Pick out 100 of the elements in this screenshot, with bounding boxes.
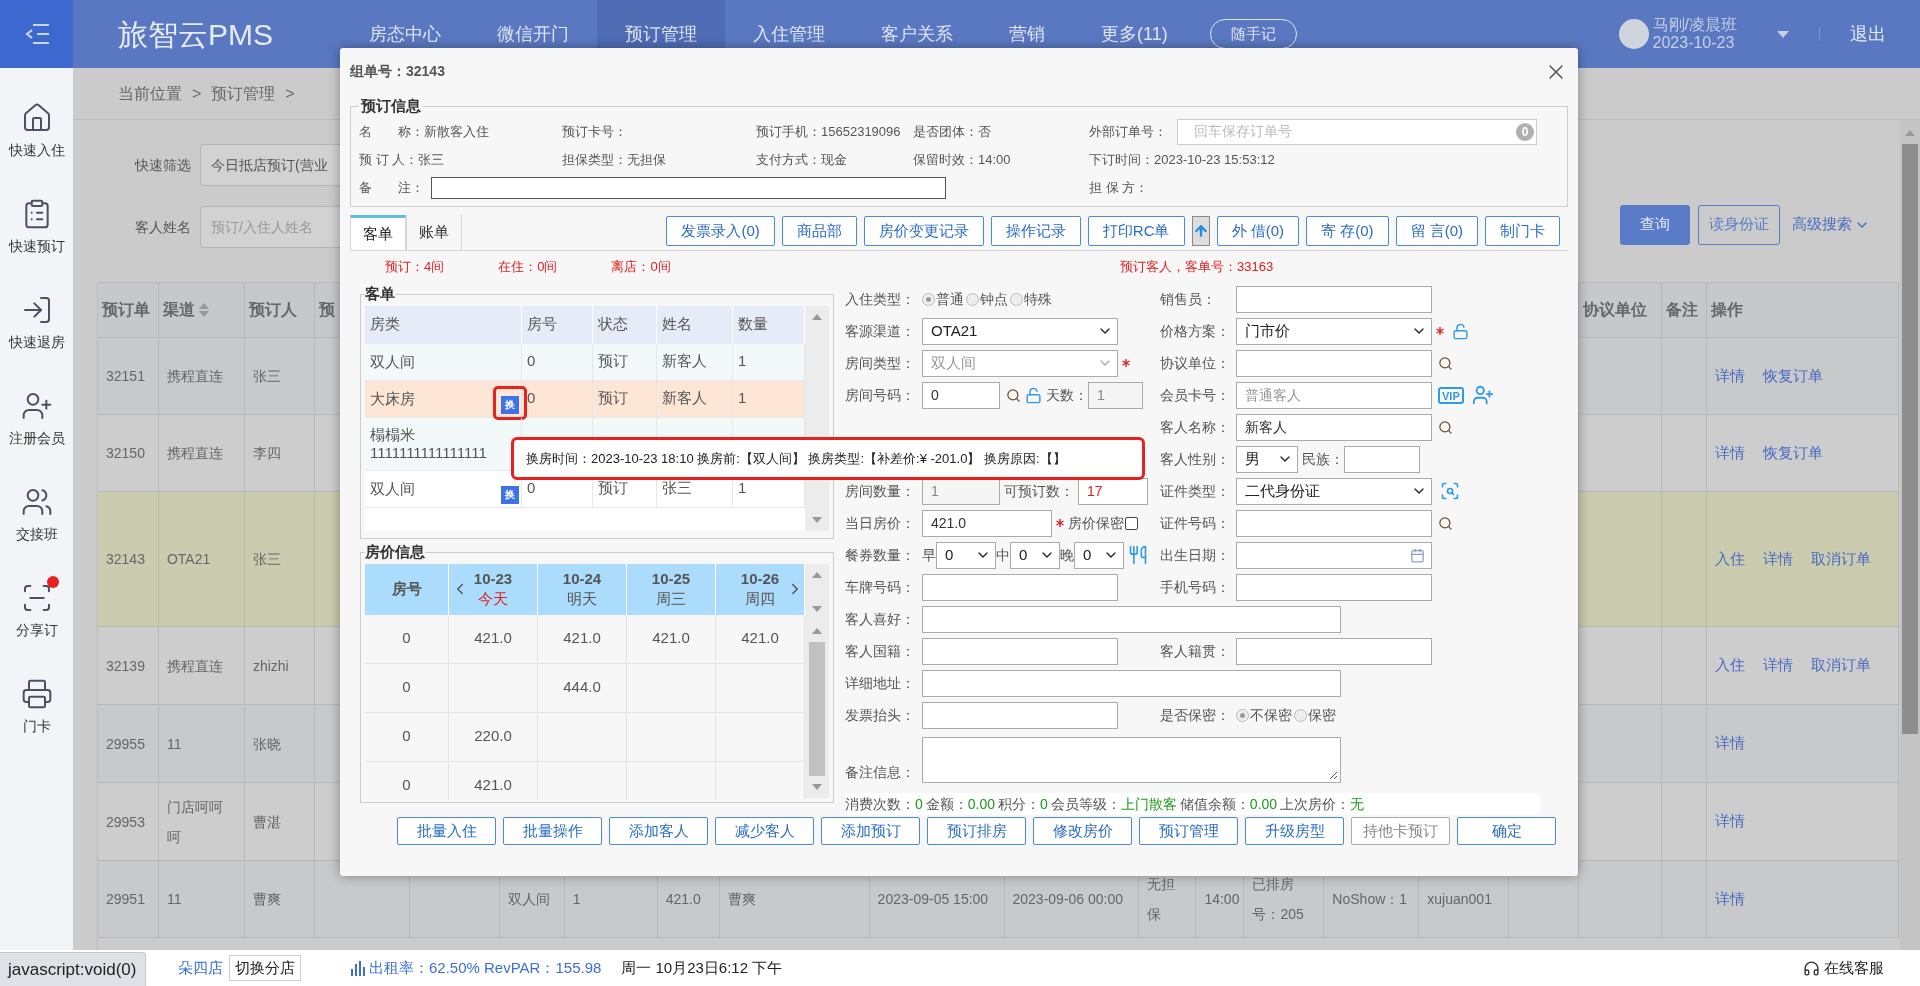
select-field[interactable]: 0 [1074, 541, 1124, 569]
select-field[interactable]: 二代身份证 [1236, 477, 1432, 505]
radio-button[interactable] [966, 292, 979, 306]
triangle-up-icon[interactable] [812, 627, 822, 634]
store-link[interactable]: 朵四店 [178, 956, 223, 980]
select-field[interactable]: 男 [1236, 445, 1298, 473]
sort-icon[interactable] [198, 303, 209, 317]
table-row[interactable]: 大床房 换 0 预订 新客人 1 [365, 380, 805, 418]
breadcrumb-item[interactable]: 当前位置 [118, 81, 182, 106]
triangle-down-icon[interactable] [812, 783, 822, 790]
search-button[interactable]: 查询 [1620, 204, 1690, 245]
action-link[interactable]: 入住 [1715, 547, 1746, 571]
radio-button[interactable] [1010, 292, 1023, 306]
text-field[interactable]: 1 [1088, 381, 1143, 409]
text-area[interactable] [922, 737, 1341, 783]
remark-field[interactable] [431, 176, 946, 199]
text-field[interactable] [922, 669, 1341, 697]
toolbar-button[interactable]: 外 借(0) [1216, 216, 1299, 246]
text-field[interactable]: 新客人 [1236, 413, 1432, 441]
select-field[interactable]: 门市价 [1236, 317, 1432, 345]
search-icon[interactable] [1438, 355, 1453, 371]
text-field[interactable] [1236, 349, 1432, 377]
tab[interactable]: 客单 [350, 215, 406, 250]
toolbar-button[interactable]: 发票录入(0) [666, 216, 775, 246]
caret-icon[interactable] [1777, 30, 1789, 38]
column-header[interactable]: 渠道 [162, 298, 195, 322]
text-field[interactable] [922, 573, 1118, 601]
action-button[interactable]: 添加客人 [609, 817, 708, 845]
action-button[interactable]: 预订排房 [927, 817, 1026, 845]
switch-store-button[interactable]: 切换分店 [229, 955, 301, 981]
action-button[interactable]: 减少客人 [715, 817, 814, 845]
change-badge[interactable]: 换 [501, 395, 519, 414]
triangle-up-icon[interactable] [1905, 130, 1915, 136]
text-field[interactable]: 421.0 [922, 509, 1052, 537]
toolbar-button[interactable]: 商品部 [781, 216, 857, 246]
checkbox[interactable] [1125, 516, 1138, 530]
upload-button[interactable] [1191, 216, 1210, 246]
radio-button[interactable] [1236, 708, 1249, 722]
action-link[interactable]: 详情 [1715, 364, 1746, 388]
action-link[interactable]: 详情 [1715, 732, 1746, 755]
action-link[interactable]: 详情 [1715, 887, 1746, 911]
select-field[interactable]: 0 [1010, 541, 1060, 569]
text-field[interactable] [1344, 445, 1420, 473]
toolbar-button[interactable]: 留 言(0) [1395, 216, 1478, 246]
select-field[interactable]: OTA21 [922, 317, 1118, 345]
breadcrumb-item[interactable]: 预订管理 [211, 81, 276, 106]
toolbar-button[interactable]: 制门卡 [1485, 216, 1560, 246]
text-field[interactable] [922, 605, 1341, 633]
action-link[interactable]: 取消订单 [1811, 654, 1872, 677]
triangle-up-icon[interactable] [812, 313, 822, 320]
text-field[interactable] [922, 637, 1118, 665]
text-field[interactable] [1236, 541, 1432, 569]
advanced-search-toggle[interactable]: 高级搜索 [1792, 213, 1870, 236]
text-field[interactable] [1236, 285, 1432, 313]
action-button[interactable]: 修改房价 [1033, 817, 1132, 845]
logout-link[interactable]: 退出 [1850, 20, 1886, 48]
action-link[interactable]: 详情 [1715, 810, 1746, 833]
action-button[interactable]: 确定 [1457, 817, 1556, 845]
sidebar-item[interactable]: 快速入住 [0, 94, 73, 190]
action-button[interactable]: 添加预订 [821, 817, 920, 845]
triangle-up-icon[interactable] [812, 571, 822, 578]
action-link[interactable]: 取消订单 [1811, 547, 1872, 571]
toolbar-button[interactable]: 房价变更记录 [863, 216, 984, 246]
triangle-down-icon[interactable] [812, 516, 822, 523]
action-link[interactable]: 恢复订单 [1763, 441, 1824, 465]
user-plus-icon[interactable] [1471, 384, 1494, 406]
sidebar-item[interactable]: 分享订 [0, 574, 73, 670]
action-button[interactable]: 批量操作 [503, 817, 602, 845]
calendar-icon[interactable] [1410, 547, 1425, 563]
sidebar-item[interactable]: 门卡 [0, 670, 73, 766]
action-link[interactable]: 恢复订单 [1763, 364, 1824, 388]
tab[interactable]: 账单 [406, 215, 462, 250]
search-icon[interactable] [1438, 515, 1453, 531]
headset-icon[interactable] [1803, 959, 1820, 977]
text-field[interactable]: 普通客人 [1236, 381, 1432, 409]
sidebar-item[interactable]: 快速预订 [0, 190, 73, 286]
toolbar-button[interactable]: 寄 存(0) [1306, 216, 1389, 246]
action-link[interactable]: 详情 [1715, 441, 1746, 465]
support-link[interactable]: 在线客服 [1824, 956, 1884, 980]
action-button[interactable]: 预订管理 [1139, 817, 1238, 845]
action-button[interactable]: 批量入住 [397, 817, 496, 845]
triangle-down-icon[interactable] [812, 605, 822, 612]
menu-button[interactable] [0, 0, 73, 68]
id-card-search-icon[interactable] [1440, 481, 1460, 501]
text-field[interactable]: 0 [922, 381, 1000, 409]
table-row[interactable]: 双人间 0 预订 新客人 1 [365, 343, 805, 381]
search-icon[interactable] [1438, 419, 1453, 435]
unlock-icon[interactable] [1452, 322, 1469, 340]
text-field[interactable] [1236, 573, 1432, 601]
sidebar-item[interactable]: 注册会员 [0, 382, 73, 478]
action-link[interactable]: 详情 [1763, 547, 1794, 571]
sidebar-item[interactable]: 交接班 [0, 478, 73, 574]
toolbar-button[interactable]: 打印RC单 [1087, 216, 1185, 246]
action-link[interactable]: 入住 [1715, 654, 1746, 677]
action-link[interactable]: 详情 [1763, 654, 1794, 677]
action-button[interactable]: 升级房型 [1245, 817, 1344, 845]
select-field[interactable]: 0 [936, 541, 996, 569]
change-badge[interactable]: 换 [501, 485, 519, 504]
toolbar-button[interactable]: 操作记录 [990, 216, 1081, 246]
radio-button[interactable] [922, 292, 935, 306]
